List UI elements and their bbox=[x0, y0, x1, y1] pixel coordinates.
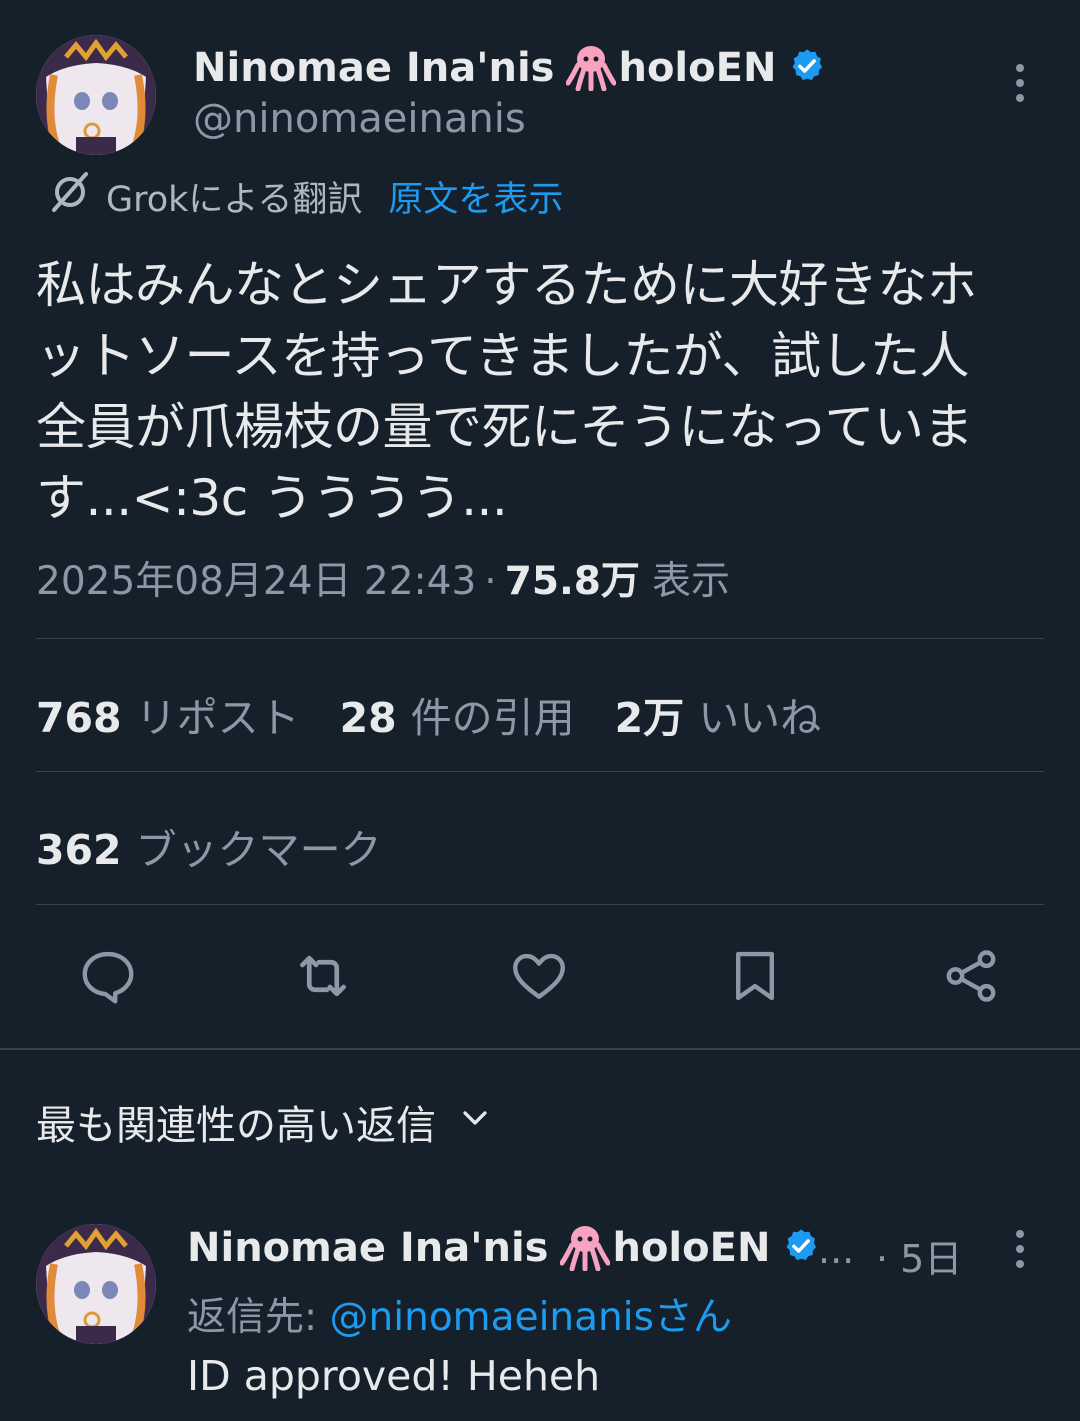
divider bbox=[36, 638, 1044, 639]
divider bbox=[36, 771, 1044, 772]
grok-icon bbox=[48, 170, 92, 223]
reply-name-row[interactable]: Ninomae Ina'nis holoEN bbox=[187, 1222, 820, 1274]
tweet-text-line: す...<:3c うううう... bbox=[36, 469, 508, 527]
reply-to-line: 返信先: @ninomaeinanisさん bbox=[187, 1286, 732, 1342]
reply-name-ellipsis: ... bbox=[818, 1228, 855, 1272]
reply-to-mention[interactable]: @ninomaeinanis bbox=[330, 1295, 654, 1340]
reply-more-options-icon[interactable] bbox=[1010, 1230, 1030, 1275]
more-options-icon[interactable] bbox=[1010, 64, 1030, 109]
reply-to-prefix: 返信先: bbox=[187, 1295, 330, 1340]
translation-bar: Grokによる翻訳 原文を表示 bbox=[48, 171, 563, 220]
bookmark-icon bbox=[736, 951, 774, 1001]
views-count: 75.8万 bbox=[504, 559, 640, 604]
tweet-timestamp[interactable]: 2025年08月24日 22:43 bbox=[36, 550, 476, 606]
likes-stat[interactable]: 2万 いいね bbox=[615, 684, 822, 744]
tweet-text-line: ットソースを持ってきましたが、試した人 bbox=[36, 327, 970, 385]
reply-sort-selector[interactable]: 最も関連性の高い返信 bbox=[36, 1096, 492, 1149]
likes-count: 2万 bbox=[614, 694, 685, 742]
quotes-stat[interactable]: 28 件の引用 bbox=[340, 684, 575, 744]
share-icon bbox=[946, 950, 996, 1002]
reply-button[interactable] bbox=[73, 941, 143, 1011]
reply-text: ID approved! Heheh bbox=[187, 1352, 601, 1400]
tweet-text: 私はみんなとシェアするために大好きなホ ットソースを持ってきましたが、試した人 … bbox=[36, 250, 1046, 534]
reply-icon bbox=[82, 951, 134, 1004]
bookmarks-stat[interactable]: 362 ブックマーク bbox=[36, 816, 382, 874]
author-avatar[interactable] bbox=[36, 35, 156, 155]
reply-to-honorific[interactable]: さん bbox=[654, 1295, 732, 1340]
reposts-count: 768 bbox=[36, 694, 122, 742]
quotes-label: 件の引用 bbox=[410, 694, 575, 742]
author-display-name[interactable]: Ninomae Ina'nis bbox=[193, 45, 554, 91]
tweet-text-line: 全員が爪楊枝の量で死にそうになっていま bbox=[36, 398, 974, 456]
bookmark-button[interactable] bbox=[720, 941, 790, 1011]
reply-sort-label: 最も関連性の高い返信 bbox=[36, 1103, 436, 1149]
quotes-count: 28 bbox=[339, 694, 397, 742]
like-button[interactable] bbox=[504, 941, 574, 1011]
repost-button[interactable] bbox=[288, 941, 358, 1011]
engagement-stats: 768 リポスト 28 件の引用 2万 いいね bbox=[36, 684, 861, 742]
bookmarks-label: ブックマーク bbox=[135, 826, 382, 874]
avatar-image bbox=[36, 35, 156, 155]
bookmarks-count: 362 bbox=[36, 826, 122, 874]
views-label: 表示 bbox=[651, 559, 730, 604]
section-divider bbox=[0, 1048, 1080, 1050]
reply-age[interactable]: · 5日 bbox=[876, 1228, 962, 1283]
share-button[interactable] bbox=[936, 941, 1006, 1011]
avatar-image bbox=[36, 1224, 156, 1344]
tweet-meta: 2025年08月24日 22:43 · 75.8万 表示 bbox=[36, 550, 730, 604]
translation-label: Grokによる翻訳 bbox=[106, 179, 363, 220]
verified-badge-icon bbox=[782, 1227, 820, 1269]
author-name-row[interactable]: Ninomae Ina'nis holoEN bbox=[193, 42, 826, 94]
show-original-link[interactable]: 原文を表示 bbox=[388, 171, 563, 222]
octopus-icon bbox=[565, 41, 617, 95]
author-name-suffix[interactable]: holoEN bbox=[618, 45, 776, 91]
author-handle[interactable]: @ninomaeinanis bbox=[193, 96, 526, 142]
reposts-stat[interactable]: 768 リポスト bbox=[36, 684, 300, 744]
octopus-icon bbox=[559, 1221, 611, 1275]
likes-label: いいね bbox=[698, 694, 822, 742]
repost-icon bbox=[300, 955, 346, 997]
reply-name-suffix[interactable]: holoEN bbox=[612, 1225, 770, 1271]
like-icon bbox=[513, 953, 565, 999]
reposts-label: リポスト bbox=[135, 694, 300, 742]
tweet-text-line: 私はみんなとシェアするために大好きなホ bbox=[36, 256, 977, 314]
reply-avatar[interactable] bbox=[36, 1224, 156, 1344]
divider bbox=[36, 904, 1044, 905]
meta-separator: · bbox=[484, 559, 497, 604]
chevron-down-icon bbox=[458, 1099, 492, 1145]
verified-badge-icon bbox=[788, 47, 826, 89]
reply-display-name[interactable]: Ninomae Ina'nis bbox=[187, 1225, 548, 1271]
